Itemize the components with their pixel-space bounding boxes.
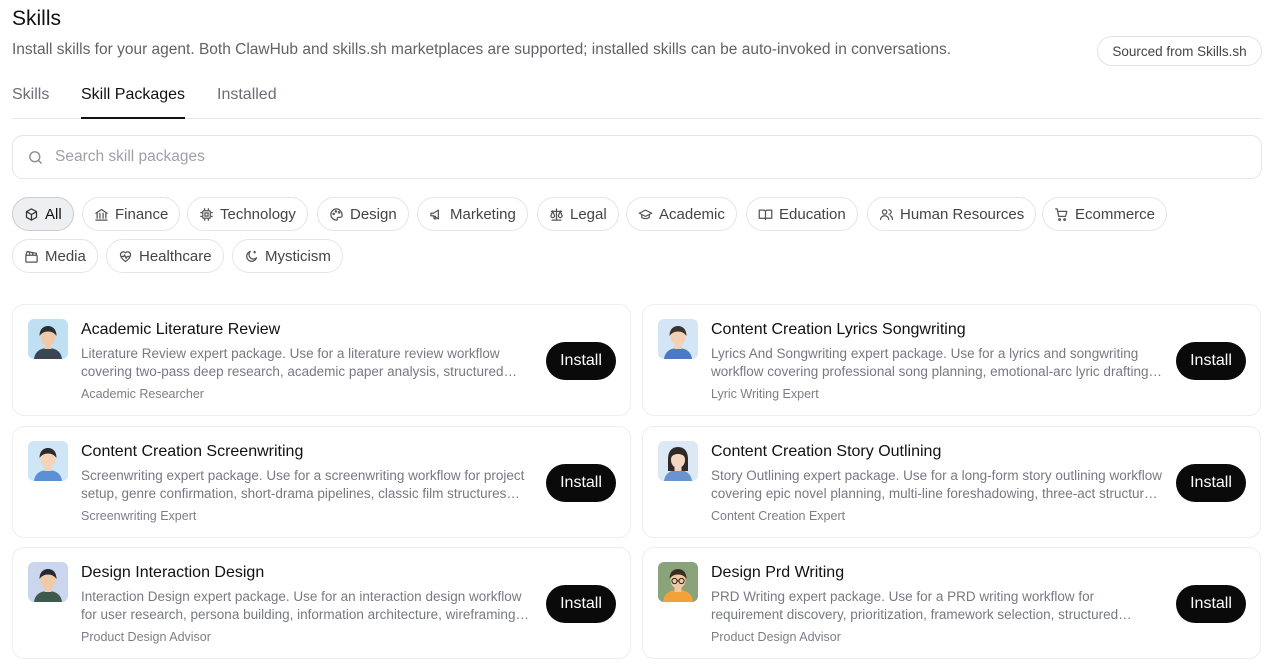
search-icon bbox=[29, 150, 42, 164]
tab-skill-packages[interactable]: Skill Packages bbox=[81, 86, 186, 119]
package-description: Lyrics And Songwriting expert package. U… bbox=[711, 346, 1149, 379]
heart-pulse-icon bbox=[119, 250, 132, 262]
avatar bbox=[28, 562, 68, 602]
package-author: Product Design Advisor bbox=[711, 630, 841, 644]
install-button[interactable]: Install bbox=[1176, 342, 1246, 380]
package-description: Literature Review expert package. Use fo… bbox=[81, 346, 504, 379]
category-label: Education bbox=[779, 205, 846, 223]
package-title: Content Creation Story Outlining bbox=[711, 443, 942, 460]
avatar bbox=[658, 562, 698, 602]
category-label: Finance bbox=[115, 205, 169, 223]
install-button[interactable]: Install bbox=[546, 585, 616, 623]
category-chip-marketing[interactable]: Marketing bbox=[417, 197, 528, 231]
category-chip-all[interactable]: All bbox=[12, 197, 74, 231]
clapperboard-icon bbox=[25, 250, 38, 263]
palette-icon bbox=[330, 207, 343, 221]
category-chip-education[interactable]: Education bbox=[746, 197, 858, 231]
package-title: Content Creation Lyrics Songwriting bbox=[711, 321, 966, 338]
package-title: Design Prd Writing bbox=[711, 564, 845, 581]
book-open-icon bbox=[758, 209, 773, 220]
category-label: Ecommerce bbox=[1075, 205, 1156, 223]
package-title: Content Creation Screenwriting bbox=[81, 443, 304, 460]
category-label: All bbox=[45, 205, 62, 223]
users-icon bbox=[879, 208, 894, 220]
package-card[interactable]: Content Creation Story Outlining Story O… bbox=[642, 426, 1261, 538]
category-label: Academic bbox=[659, 205, 725, 223]
moon-star-icon bbox=[246, 250, 258, 262]
search-input[interactable] bbox=[53, 147, 1157, 167]
category-chip-design[interactable]: Design bbox=[317, 197, 409, 231]
graduation-cap-icon bbox=[638, 209, 653, 219]
category-chip-finance[interactable]: Finance bbox=[82, 197, 181, 231]
package-author: Screenwriting Expert bbox=[81, 509, 197, 523]
megaphone-icon bbox=[430, 209, 439, 219]
avatar bbox=[658, 319, 698, 359]
category-label: Technology bbox=[220, 205, 296, 223]
avatar bbox=[28, 319, 68, 359]
bank-icon bbox=[95, 208, 108, 221]
install-button[interactable]: Install bbox=[1176, 585, 1246, 623]
search-box[interactable] bbox=[12, 135, 1262, 179]
package-description: PRD Writing expert package. Use for a PR… bbox=[711, 589, 1119, 622]
tab-installed[interactable]: Installed bbox=[217, 86, 277, 117]
category-chip-legal[interactable]: Legal bbox=[537, 197, 619, 231]
category-chip-academic[interactable]: Academic bbox=[626, 197, 737, 231]
scale-icon bbox=[550, 207, 563, 221]
package-card[interactable]: Content Creation Lyrics Songwriting Lyri… bbox=[642, 304, 1261, 416]
category-label: Design bbox=[350, 205, 397, 223]
category-label: Marketing bbox=[450, 205, 516, 223]
package-icon bbox=[25, 207, 38, 221]
package-description: Interaction Design expert package. Use f… bbox=[81, 589, 522, 622]
package-author: Product Design Advisor bbox=[81, 630, 211, 644]
category-chip-technology[interactable]: Technology bbox=[187, 197, 308, 231]
install-button[interactable]: Install bbox=[546, 464, 616, 502]
package-card[interactable]: Design Prd Writing PRD Writing expert pa… bbox=[642, 547, 1261, 659]
category-chip-healthcare[interactable]: Healthcare bbox=[106, 239, 224, 273]
package-card[interactable]: Design Interaction Design Interaction De… bbox=[12, 547, 631, 659]
package-author: Lyric Writing Expert bbox=[711, 387, 819, 401]
shopping-cart-icon bbox=[1055, 207, 1068, 221]
avatar bbox=[28, 441, 68, 481]
cpu-icon bbox=[200, 207, 213, 221]
tab-skills[interactable]: Skills bbox=[12, 86, 49, 117]
package-card[interactable]: Academic Literature Review Literature Re… bbox=[12, 304, 631, 416]
page-subtitle: Install skills for your agent. Both Claw… bbox=[12, 41, 952, 58]
category-label: Human Resources bbox=[900, 205, 1025, 223]
package-author: Content Creation Expert bbox=[711, 509, 846, 523]
package-author: Academic Researcher bbox=[81, 387, 204, 401]
page-title: Skills bbox=[12, 7, 62, 30]
package-description: Screenwriting expert package. Use for a … bbox=[81, 468, 525, 501]
source-badge: Sourced from Skills.sh bbox=[1097, 36, 1262, 66]
category-chip-human-resources[interactable]: Human Resources bbox=[867, 197, 1037, 231]
package-card[interactable]: Content Creation Screenwriting Screenwri… bbox=[12, 426, 631, 538]
package-title: Design Interaction Design bbox=[81, 564, 265, 581]
install-button[interactable]: Install bbox=[546, 342, 616, 380]
package-title: Academic Literature Review bbox=[81, 321, 281, 338]
category-label: Legal bbox=[570, 205, 607, 223]
category-chip-media[interactable]: Media bbox=[12, 239, 98, 273]
category-label: Healthcare bbox=[139, 247, 212, 265]
category-chip-ecommerce[interactable]: Ecommerce bbox=[1042, 197, 1168, 231]
avatar bbox=[658, 441, 698, 481]
category-chip-mysticism[interactable]: Mysticism bbox=[232, 239, 343, 273]
category-label: Media bbox=[45, 247, 86, 265]
install-button[interactable]: Install bbox=[1176, 464, 1246, 502]
tab-bar: Skills Skill Packages Installed bbox=[12, 86, 1262, 119]
category-label: Mysticism bbox=[265, 247, 331, 265]
package-description: Story Outlining expert package. Use for … bbox=[711, 468, 1162, 501]
